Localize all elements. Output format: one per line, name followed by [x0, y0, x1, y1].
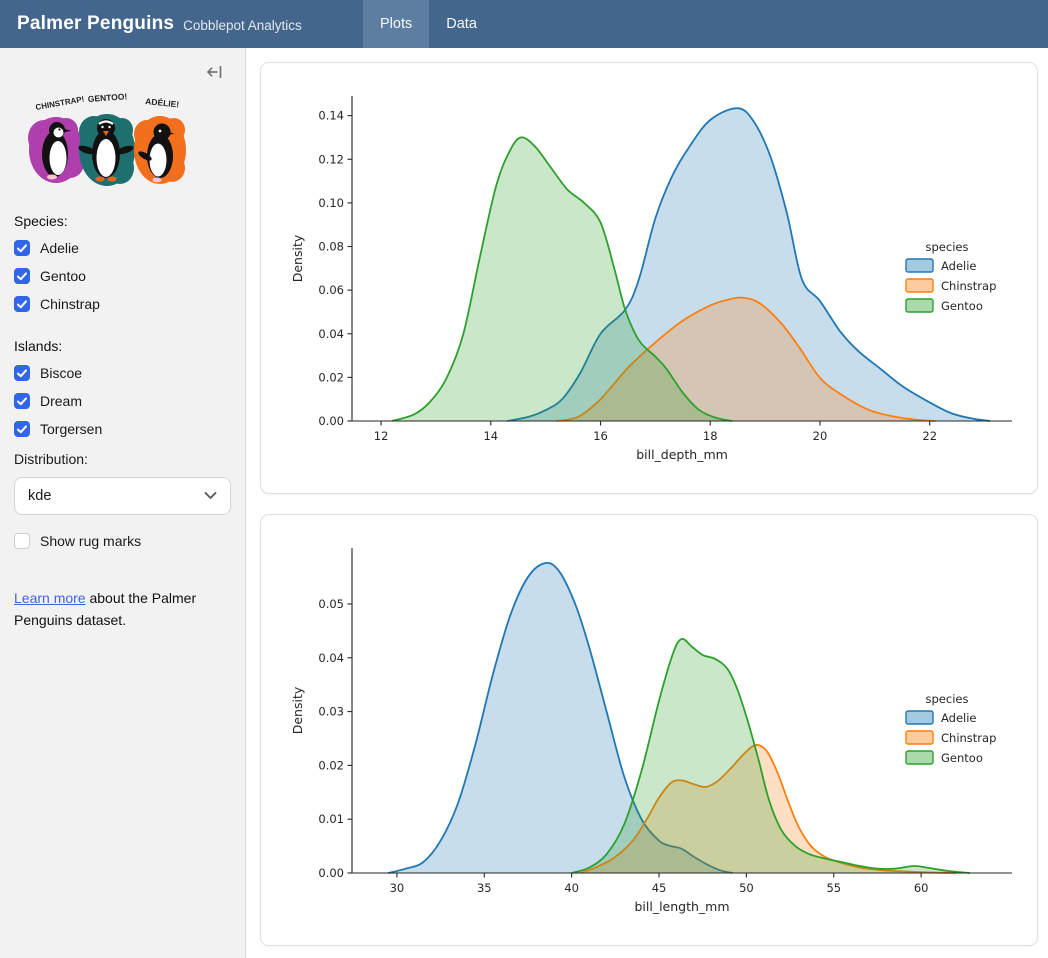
species-label: Adelie	[40, 240, 79, 256]
islands-label: Dream	[40, 393, 82, 409]
penguin-artwork: CHINSTRAP! GENTOO! ADÉLIE!	[14, 88, 231, 199]
rug-checkbox-label: Show rug marks	[40, 533, 141, 549]
gentoo-art-label: GENTOO!	[87, 91, 127, 104]
x-tick-label: 45	[652, 881, 667, 895]
islands-checkbox-biscoe[interactable]	[14, 365, 30, 381]
legend-swatch-chinstrap	[906, 731, 933, 744]
bill-depth-kde-chart: 12 14 16 18 20 22 0.00 0.02 0.04 0.06 0.08 0.10 0.12…	[261, 63, 1037, 493]
y-axis-label: Density	[290, 686, 305, 734]
legend-swatch-adelie	[906, 711, 933, 724]
legend-title: species	[926, 692, 969, 706]
x-tick-label: 55	[826, 881, 841, 895]
bill-depth-card: 12 14 16 18 20 22 0.00 0.02 0.04 0.06 0.08 0.10 0.12…	[260, 62, 1038, 494]
x-tick-label: 14	[483, 429, 498, 443]
tab-plots[interactable]: Plots	[363, 0, 429, 48]
distribution-label: Distribution:	[14, 451, 231, 467]
legend-label-gentoo: Gentoo	[941, 751, 983, 765]
x-tick-label: 35	[477, 881, 492, 895]
y-tick-label: 0.04	[318, 651, 344, 665]
species-row-adelie[interactable]: Adelie	[14, 240, 231, 256]
x-tick-label: 18	[703, 429, 718, 443]
x-tick-label: 60	[914, 881, 929, 895]
distribution-select[interactable]: kde	[14, 477, 231, 515]
islands-row-dream[interactable]: Dream	[14, 393, 231, 409]
species-checkbox-gentoo[interactable]	[14, 268, 30, 284]
x-tick-label: 20	[813, 429, 828, 443]
species-label: Gentoo	[40, 268, 86, 284]
adelie-art-label: ADÉLIE!	[145, 96, 180, 110]
legend-label-adelie: Adelie	[941, 259, 977, 273]
y-tick-label: 0.10	[318, 196, 344, 210]
species-checkbox-chinstrap[interactable]	[14, 296, 30, 312]
app-subtitle: Cobblepot Analytics	[183, 18, 302, 33]
learn-more-link[interactable]: Learn more	[14, 590, 86, 606]
x-tick-label: 30	[390, 881, 405, 895]
y-tick-label: 0.06	[318, 283, 344, 297]
app-title: Palmer Penguins	[17, 13, 174, 35]
species-row-chinstrap[interactable]: Chinstrap	[14, 296, 231, 312]
legend-title: species	[926, 240, 969, 254]
navbar: Palmer Penguins Cobblepot Analytics Plot…	[0, 0, 1048, 48]
rug-checkbox[interactable]	[14, 533, 30, 549]
nav-tabs: PlotsData	[363, 0, 494, 48]
rug-checkbox-row[interactable]: Show rug marks	[14, 533, 231, 549]
y-tick-label: 0.04	[318, 327, 344, 341]
y-tick-label: 0.03	[318, 705, 344, 719]
sidebar: CHINSTRAP! GENTOO! ADÉLIE! Species: Adel…	[0, 48, 246, 958]
distribution-select-value: kde	[28, 488, 51, 504]
islands-checkbox-group: Biscoe Dream Torgersen	[14, 365, 231, 437]
species-group-label: Species:	[14, 213, 231, 229]
y-tick-label: 0.00	[318, 866, 344, 880]
legend-label-gentoo: Gentoo	[941, 299, 983, 313]
x-axis-label: bill_length_mm	[634, 899, 729, 914]
legend-swatch-chinstrap	[906, 279, 933, 292]
islands-label: Torgersen	[40, 421, 102, 437]
main-content: 12 14 16 18 20 22 0.00 0.02 0.04 0.06 0.08 0.10 0.12…	[247, 48, 1048, 958]
x-tick-label: 16	[593, 429, 608, 443]
islands-row-biscoe[interactable]: Biscoe	[14, 365, 231, 381]
y-tick-label: 0.02	[318, 758, 344, 772]
species-checkbox-group: Adelie Gentoo Chinstrap	[14, 240, 231, 312]
legend-label-chinstrap: Chinstrap	[941, 731, 996, 745]
legend-swatch-gentoo	[906, 299, 933, 312]
chevron-down-icon	[204, 488, 217, 504]
sidebar-collapse-icon[interactable]	[205, 62, 225, 82]
legend-swatch-adelie	[906, 259, 933, 272]
y-tick-label: 0.12	[318, 152, 344, 166]
islands-checkbox-torgersen[interactable]	[14, 421, 30, 437]
islands-row-torgersen[interactable]: Torgersen	[14, 421, 231, 437]
bill-length-card: 30 35 40 45 50 55 60 0.00 0.01 0.02 0.03 0.04 0.05 bi…	[260, 514, 1038, 946]
sidebar-footer-text: Learn more about the Palmer Penguins dat…	[14, 587, 229, 632]
x-tick-label: 40	[564, 881, 579, 895]
legend-swatch-gentoo	[906, 751, 933, 764]
legend-label-adelie: Adelie	[941, 711, 977, 725]
y-axis-label: Density	[290, 234, 305, 282]
y-tick-label: 0.01	[318, 812, 344, 826]
x-axis-label: bill_depth_mm	[636, 447, 728, 462]
species-label: Chinstrap	[40, 296, 100, 312]
bill-length-kde-chart: 30 35 40 45 50 55 60 0.00 0.01 0.02 0.03 0.04 0.05 bi…	[261, 515, 1037, 945]
species-row-gentoo[interactable]: Gentoo	[14, 268, 231, 284]
y-tick-label: 0.00	[318, 414, 344, 428]
legend-label-chinstrap: Chinstrap	[941, 279, 996, 293]
y-tick-label: 0.14	[318, 109, 344, 123]
x-tick-label: 22	[922, 429, 937, 443]
islands-label: Biscoe	[40, 365, 82, 381]
species-checkbox-adelie[interactable]	[14, 240, 30, 256]
y-tick-label: 0.05	[318, 597, 344, 611]
x-tick-label: 12	[374, 429, 389, 443]
chinstrap-art-label: CHINSTRAP!	[35, 95, 85, 112]
islands-group-label: Islands:	[14, 338, 231, 354]
x-tick-label: 50	[739, 881, 754, 895]
y-tick-label: 0.02	[318, 370, 344, 384]
y-tick-label: 0.08	[318, 240, 344, 254]
tab-data[interactable]: Data	[429, 0, 494, 48]
islands-checkbox-dream[interactable]	[14, 393, 30, 409]
